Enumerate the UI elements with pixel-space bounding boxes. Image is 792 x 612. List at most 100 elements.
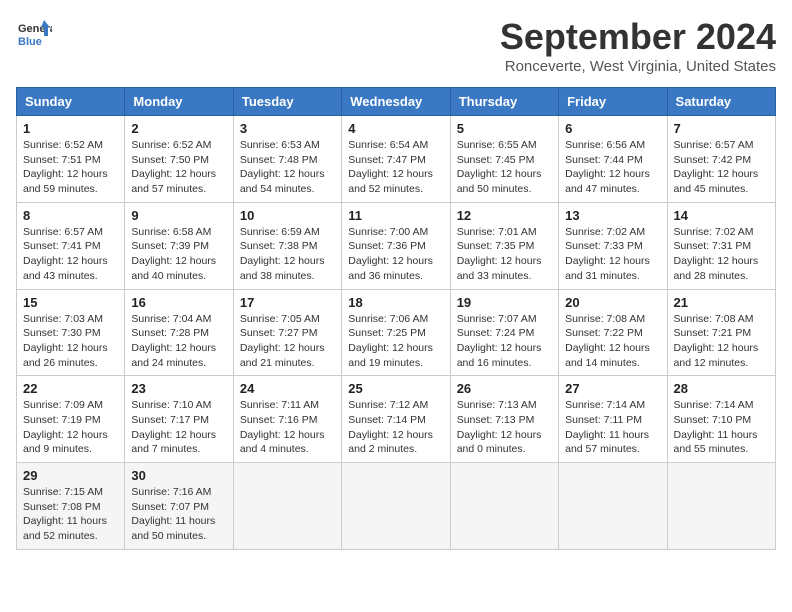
day-number: 9 [131,208,226,223]
calendar-cell: 10Sunrise: 6:59 AM Sunset: 7:38 PM Dayli… [233,202,341,289]
location: Ronceverte, West Virginia, United States [500,58,776,75]
day-info: Sunrise: 6:57 AM Sunset: 7:41 PM Dayligh… [23,225,118,284]
day-info: Sunrise: 7:05 AM Sunset: 7:27 PM Dayligh… [240,312,335,371]
day-of-week-header: Tuesday [233,88,341,116]
day-number: 29 [23,468,118,483]
day-number: 28 [674,381,769,396]
day-number: 15 [23,295,118,310]
calendar-cell: 11Sunrise: 7:00 AM Sunset: 7:36 PM Dayli… [342,202,450,289]
calendar-cell: 9 Sunrise: 6:58 AM Sunset: 7:39 PM Daylig… [125,202,233,289]
day-number: 16 [131,295,226,310]
week-row: 1 Sunrise: 6:52 AM Sunset: 7:51 PM Daylig… [17,116,776,203]
day-info: Sunrise: 7:12 AM Sunset: 7:14 PM Dayligh… [348,398,443,457]
calendar-cell: 17 Sunrise: 7:05 AM Sunset: 7:27 PM Dayli… [233,289,341,376]
calendar-cell: 12Sunrise: 7:01 AM Sunset: 7:35 PM Dayli… [450,202,558,289]
calendar-table: SundayMondayTuesdayWednesdayThursdayFrid… [16,87,776,550]
day-of-week-header: Saturday [667,88,775,116]
day-number: 17 [240,295,335,310]
calendar-cell: 14 Sunrise: 7:02 AM Sunset: 7:31 PM Dayli… [667,202,775,289]
calendar-cell: 16 Sunrise: 7:04 AM Sunset: 7:28 PM Dayli… [125,289,233,376]
calendar-cell: 15 Sunrise: 7:03 AM Sunset: 7:30 PM Dayli… [17,289,125,376]
day-info: Sunrise: 6:55 AM Sunset: 7:45 PM Dayligh… [457,138,552,197]
day-number: 10 [240,208,335,223]
day-number: 27 [565,381,660,396]
day-info: Sunrise: 7:14 AM Sunset: 7:11 PM Dayligh… [565,398,660,457]
calendar-cell: 21 Sunrise: 7:08 AM Sunset: 7:21 PM Dayli… [667,289,775,376]
day-info: Sunrise: 7:13 AM Sunset: 7:13 PM Dayligh… [457,398,552,457]
week-row: 15 Sunrise: 7:03 AM Sunset: 7:30 PM Dayli… [17,289,776,376]
calendar-cell: 23 Sunrise: 7:10 AM Sunset: 7:17 PM Dayli… [125,376,233,463]
logo-icon: General Blue [16,16,52,52]
page-header: General Blue September 2024 Ronceverte, … [16,16,776,75]
calendar-cell: 28 Sunrise: 7:14 AM Sunset: 7:10 PM Dayli… [667,376,775,463]
calendar-cell: 6 Sunrise: 6:56 AM Sunset: 7:44 PM Daylig… [559,116,667,203]
day-of-week-header: Monday [125,88,233,116]
day-of-week-header: Friday [559,88,667,116]
day-of-week-header: Thursday [450,88,558,116]
day-number: 7 [674,121,769,136]
day-info: Sunrise: 7:07 AM Sunset: 7:24 PM Dayligh… [457,312,552,371]
calendar-cell: 20 Sunrise: 7:08 AM Sunset: 7:22 PM Dayli… [559,289,667,376]
day-number: 18 [348,295,443,310]
day-info: Sunrise: 7:16 AM Sunset: 7:07 PM Dayligh… [131,485,226,544]
day-info: Sunrise: 7:15 AM Sunset: 7:08 PM Dayligh… [23,485,118,544]
day-info: Sunrise: 7:08 AM Sunset: 7:21 PM Dayligh… [674,312,769,371]
day-number: 4 [348,121,443,136]
week-row: 8 Sunrise: 6:57 AM Sunset: 7:41 PM Daylig… [17,202,776,289]
day-number: 13 [565,208,660,223]
calendar-cell [233,463,341,550]
day-number: 24 [240,381,335,396]
day-number: 30 [131,468,226,483]
day-info: Sunrise: 7:08 AM Sunset: 7:22 PM Dayligh… [565,312,660,371]
day-number: 1 [23,121,118,136]
day-number: 8 [23,208,118,223]
day-info: Sunrise: 7:14 AM Sunset: 7:10 PM Dayligh… [674,398,769,457]
day-info: Sunrise: 6:54 AM Sunset: 7:47 PM Dayligh… [348,138,443,197]
day-info: Sunrise: 7:04 AM Sunset: 7:28 PM Dayligh… [131,312,226,371]
day-info: Sunrise: 6:52 AM Sunset: 7:51 PM Dayligh… [23,138,118,197]
day-number: 11 [348,208,443,223]
calendar-cell [450,463,558,550]
day-number: 22 [23,381,118,396]
calendar-cell [559,463,667,550]
day-info: Sunrise: 7:10 AM Sunset: 7:17 PM Dayligh… [131,398,226,457]
day-info: Sunrise: 7:11 AM Sunset: 7:16 PM Dayligh… [240,398,335,457]
day-number: 6 [565,121,660,136]
calendar-cell: 30 Sunrise: 7:16 AM Sunset: 7:07 PM Dayli… [125,463,233,550]
day-number: 25 [348,381,443,396]
day-info: Sunrise: 6:53 AM Sunset: 7:48 PM Dayligh… [240,138,335,197]
day-info: Sunrise: 6:57 AM Sunset: 7:42 PM Dayligh… [674,138,769,197]
day-number: 14 [674,208,769,223]
calendar-cell: 5Sunrise: 6:55 AM Sunset: 7:45 PM Daylig… [450,116,558,203]
calendar-cell: 29 Sunrise: 7:15 AM Sunset: 7:08 PM Dayli… [17,463,125,550]
calendar-cell: 1 Sunrise: 6:52 AM Sunset: 7:51 PM Daylig… [17,116,125,203]
calendar-cell: 26Sunrise: 7:13 AM Sunset: 7:13 PM Dayli… [450,376,558,463]
day-number: 20 [565,295,660,310]
calendar-cell: 19 Sunrise: 7:07 AM Sunset: 7:24 PM Dayli… [450,289,558,376]
day-info: Sunrise: 6:58 AM Sunset: 7:39 PM Dayligh… [131,225,226,284]
day-info: Sunrise: 7:02 AM Sunset: 7:31 PM Dayligh… [674,225,769,284]
day-info: Sunrise: 7:09 AM Sunset: 7:19 PM Dayligh… [23,398,118,457]
calendar-cell: 2 Sunrise: 6:52 AM Sunset: 7:50 PM Daylig… [125,116,233,203]
calendar-cell: 8 Sunrise: 6:57 AM Sunset: 7:41 PM Daylig… [17,202,125,289]
day-info: Sunrise: 7:03 AM Sunset: 7:30 PM Dayligh… [23,312,118,371]
day-number: 3 [240,121,335,136]
day-number: 23 [131,381,226,396]
day-info: Sunrise: 6:52 AM Sunset: 7:50 PM Dayligh… [131,138,226,197]
calendar-cell: 3 Sunrise: 6:53 AM Sunset: 7:48 PM Daylig… [233,116,341,203]
title-block: September 2024 Ronceverte, West Virginia… [500,16,776,75]
svg-text:Blue: Blue [18,36,42,48]
logo: General Blue [16,16,52,52]
day-info: Sunrise: 7:02 AM Sunset: 7:33 PM Dayligh… [565,225,660,284]
day-info: Sunrise: 7:06 AM Sunset: 7:25 PM Dayligh… [348,312,443,371]
calendar-cell [667,463,775,550]
calendar-cell: 22 Sunrise: 7:09 AM Sunset: 7:19 PM Dayli… [17,376,125,463]
day-info: Sunrise: 6:56 AM Sunset: 7:44 PM Dayligh… [565,138,660,197]
day-number: 21 [674,295,769,310]
calendar-cell: 25 Sunrise: 7:12 AM Sunset: 7:14 PM Dayli… [342,376,450,463]
week-row: 29 Sunrise: 7:15 AM Sunset: 7:08 PM Dayli… [17,463,776,550]
day-number: 19 [457,295,552,310]
day-number: 2 [131,121,226,136]
calendar-cell [342,463,450,550]
week-row: 22 Sunrise: 7:09 AM Sunset: 7:19 PM Dayli… [17,376,776,463]
